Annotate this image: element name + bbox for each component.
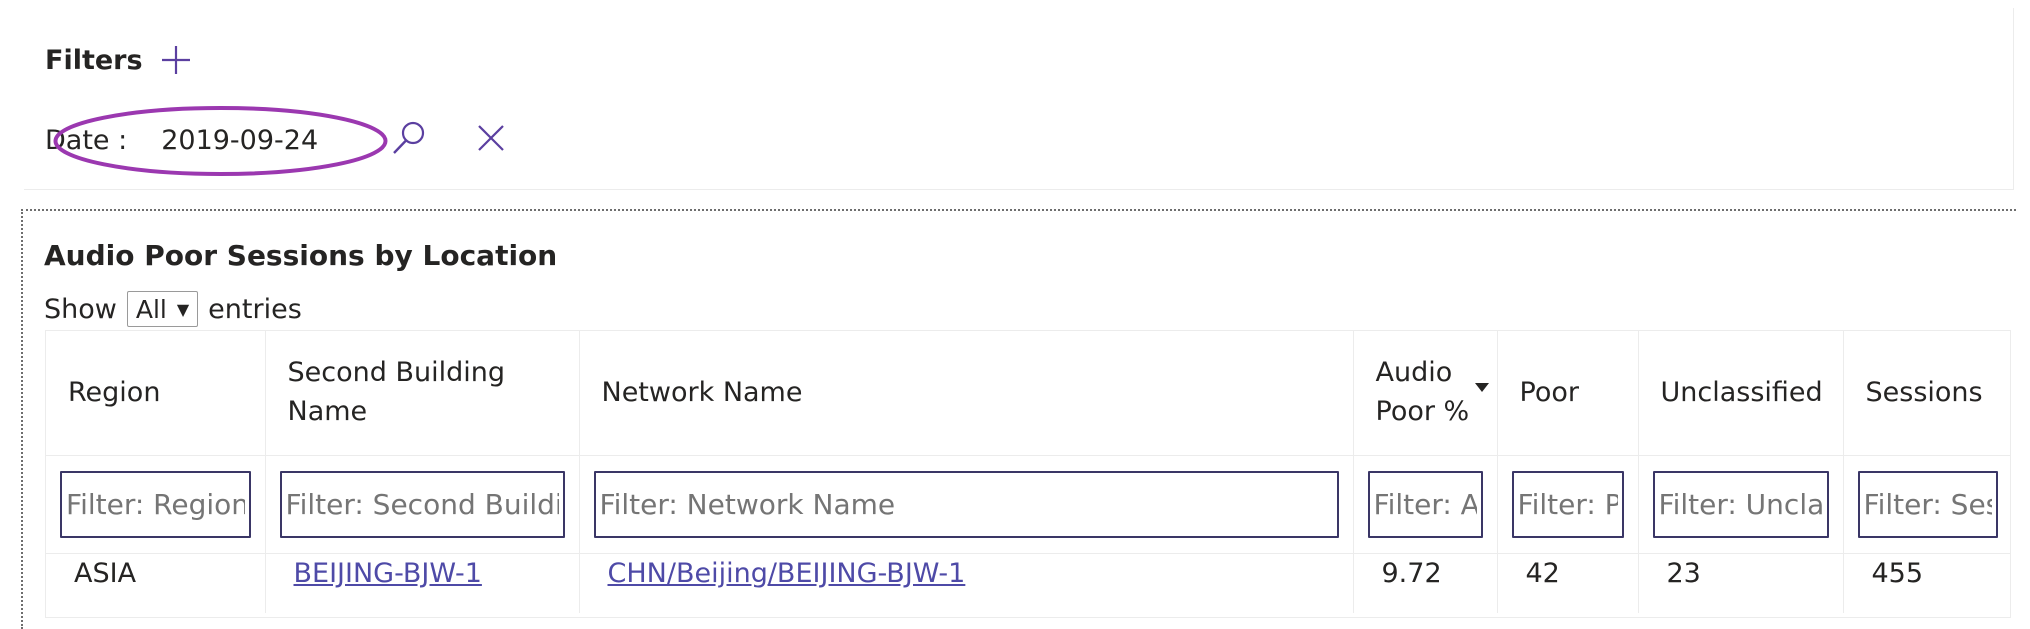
filter-input-region[interactable] bbox=[60, 470, 251, 538]
column-header-network-name[interactable]: Network Name bbox=[579, 331, 1354, 456]
column-header-sessions[interactable]: Sessions bbox=[1843, 331, 2010, 456]
close-icon bbox=[478, 125, 504, 151]
date-filter-label: Date : bbox=[45, 124, 128, 156]
network-link[interactable]: CHN/Beijing/BEIJING-BJW-1 bbox=[608, 558, 966, 589]
filter-input-unclassified[interactable] bbox=[1652, 470, 1829, 538]
column-header-poor[interactable]: Poor bbox=[1497, 331, 1639, 456]
filter-input-network-name[interactable] bbox=[593, 470, 1339, 538]
filters-panel: Filters Date : 2019-09-24 bbox=[24, 8, 2014, 190]
filter-input-second-building-name[interactable] bbox=[279, 470, 565, 538]
magnifier-icon bbox=[393, 121, 425, 154]
cell-network: CHN/Beijing/BEIJING-BJW-1 bbox=[579, 553, 1354, 613]
cell-sessions: 455 bbox=[1843, 553, 2010, 613]
cell-poor: 42 bbox=[1497, 553, 1639, 613]
chevron-down-icon: ▼ bbox=[176, 299, 190, 319]
filters-title: Filters bbox=[45, 44, 143, 76]
audio-poor-table: Region Second Building Name Network Name… bbox=[45, 330, 2011, 618]
column-header-audio-poor-pct[interactable]: Audio Poor % bbox=[1353, 331, 1498, 456]
filter-row bbox=[46, 455, 2010, 554]
entries-select[interactable]: All ▼ bbox=[126, 291, 199, 327]
table-row: ASIA BEIJING-BJW-1 CHN/Beijing/BEIJING-B… bbox=[46, 553, 2010, 613]
cell-building: BEIJING-BJW-1 bbox=[265, 553, 580, 613]
header-row: Region Second Building Name Network Name… bbox=[46, 331, 2010, 456]
column-header-region[interactable]: Region bbox=[46, 331, 266, 456]
building-link[interactable]: BEIJING-BJW-1 bbox=[294, 558, 482, 589]
filters-header: Filters bbox=[45, 36, 193, 84]
length-suffix: entries bbox=[208, 293, 302, 325]
cell-unclassified: 23 bbox=[1638, 553, 1844, 613]
entries-select-value: All bbox=[135, 294, 167, 324]
report-panel: Audio Poor Sessions by Location Show All… bbox=[21, 209, 2016, 629]
add-filter-button[interactable] bbox=[159, 43, 193, 77]
column-header-unclassified[interactable]: Unclassified bbox=[1638, 331, 1844, 456]
clear-filter-button[interactable] bbox=[475, 122, 507, 154]
report-title: Audio Poor Sessions by Location bbox=[44, 239, 558, 272]
length-prefix: Show bbox=[44, 293, 117, 325]
cell-region: ASIA bbox=[46, 553, 266, 613]
search-button[interactable] bbox=[391, 120, 427, 156]
filter-input-audio-poor-pct[interactable] bbox=[1367, 470, 1483, 538]
cell-audio-poor-pct: 9.72 bbox=[1353, 553, 1498, 613]
caret-down-icon bbox=[1474, 383, 1489, 392]
plus-icon bbox=[161, 46, 190, 74]
filter-input-poor[interactable] bbox=[1511, 470, 1624, 538]
entries-length-control: Show All ▼ entries bbox=[44, 289, 302, 329]
date-filter[interactable]: Date : 2019-09-24 bbox=[45, 108, 318, 172]
date-filter-value[interactable]: 2019-09-24 bbox=[161, 125, 318, 156]
column-header-second-building-name[interactable]: Second Building Name bbox=[265, 331, 580, 456]
filter-input-sessions[interactable] bbox=[1857, 470, 1998, 538]
